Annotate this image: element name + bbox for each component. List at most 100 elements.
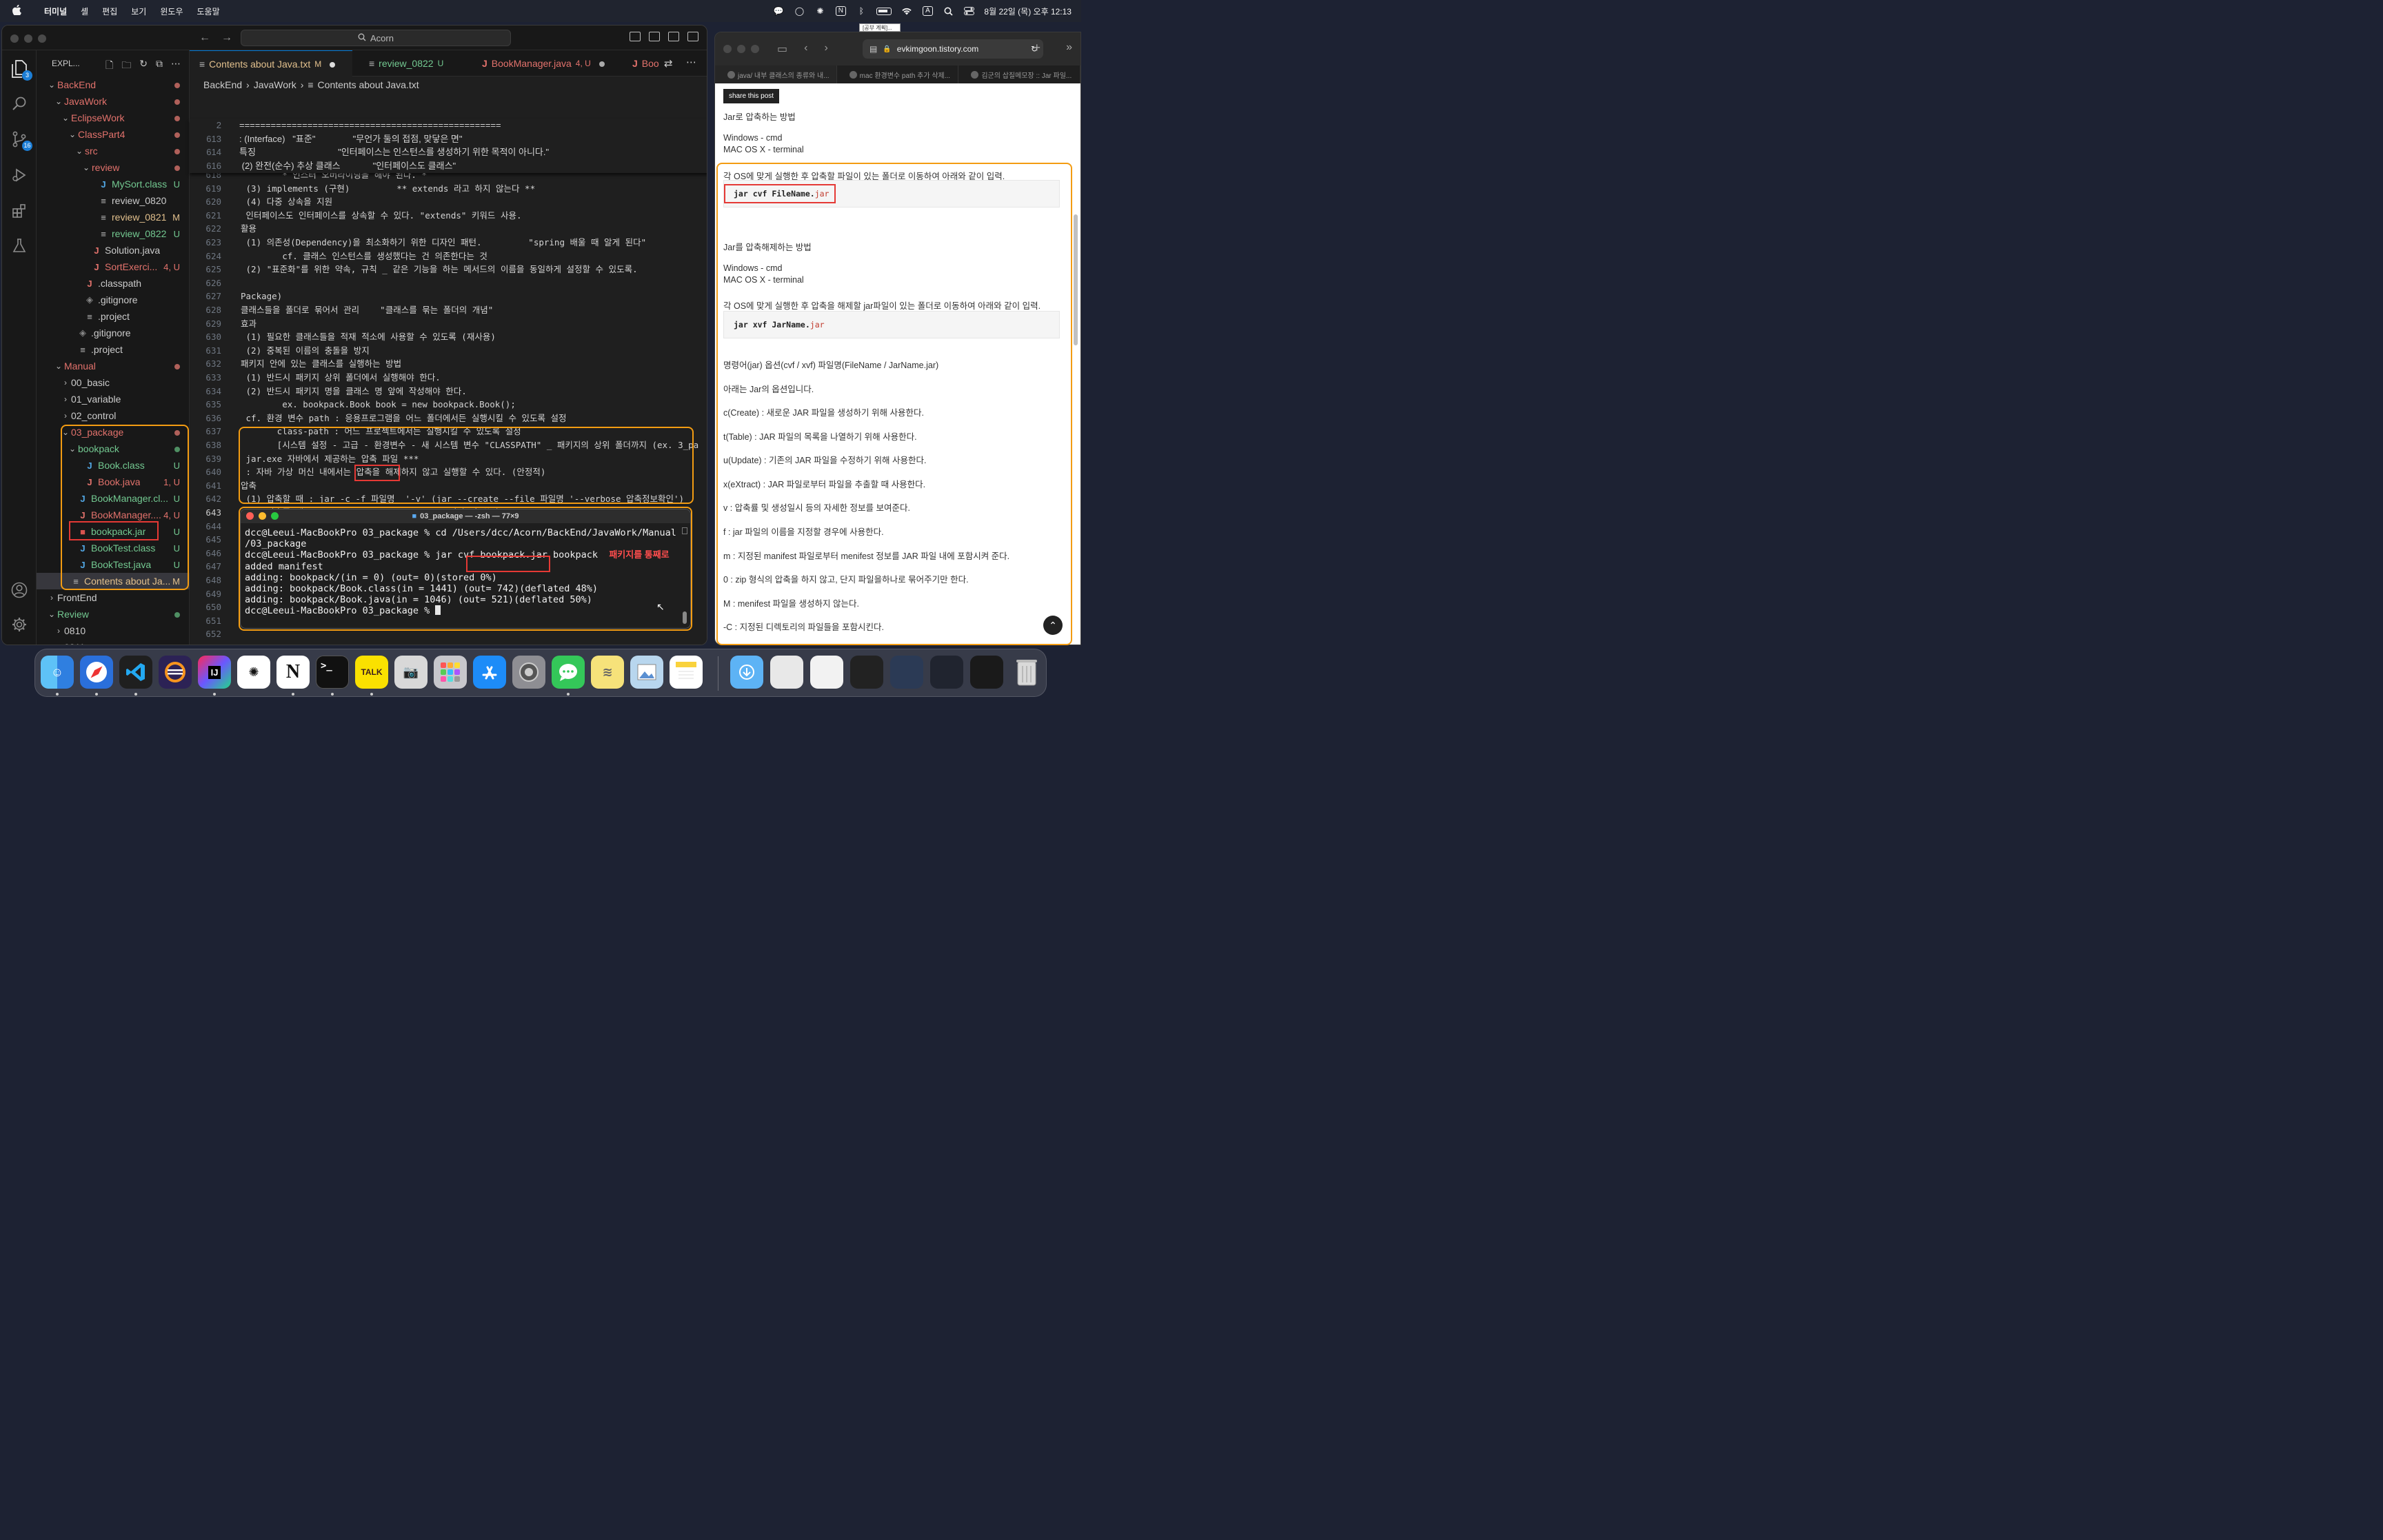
sticky-line[interactable]: 2 =======================================… (190, 119, 707, 132)
menu-window[interactable]: 윈도우 (160, 6, 183, 17)
tree-item[interactable]: › 00_basic (37, 374, 190, 391)
back-arrow-icon[interactable]: ← (199, 32, 210, 44)
chevron-right-icon[interactable]: › (46, 593, 57, 602)
code-line[interactable]: 626 (190, 276, 707, 290)
run-debug-icon[interactable] (9, 165, 30, 185)
tab-review-0822[interactable]: ≡ review_0822 U (359, 50, 461, 77)
dock-messages-icon[interactable] (552, 656, 585, 689)
menu-view[interactable]: 보기 (131, 6, 146, 17)
dock-app-store-icon[interactable] (473, 656, 506, 689)
chevron-down-icon[interactable]: ⌄ (46, 609, 57, 619)
code-line[interactable]: 634 (2) 반드시 패키지 명을 클래스 명 앞에 작성해야 한다. (190, 385, 707, 398)
code-line[interactable]: 635 ex. bookpack.Book book = new bookpac… (190, 398, 707, 412)
dock-system-settings-icon[interactable] (512, 656, 545, 689)
chevron-down-icon[interactable]: ⌄ (60, 113, 71, 123)
new-folder-icon[interactable]: 🗀 (121, 58, 131, 74)
code-line[interactable]: 620 (4) 다중 상속을 지원 (190, 195, 707, 209)
page-scrollbar[interactable] (1074, 214, 1078, 345)
dock-chatgpt-icon[interactable]: ✺ (237, 656, 270, 689)
dock-terminal-thumbnail-icon[interactable] (850, 656, 883, 689)
tree-item[interactable]: › 02_control (37, 407, 190, 424)
share-post-button[interactable]: share this post (723, 89, 780, 103)
extensions-icon[interactable] (9, 201, 30, 221)
forward-arrow-icon[interactable]: → (221, 32, 232, 44)
code-line[interactable]: 621 인터페이스도 인터페이스를 상속할 수 있다. "extends" 키워… (190, 209, 707, 223)
sticky-line[interactable]: 616 (2) 완전(순수) 추상 클래스 "인터페이스도 클래스" (190, 159, 707, 173)
chevron-down-icon[interactable]: ⌄ (74, 146, 85, 156)
code-line[interactable]: 632 패키지 안에 있는 클래스를 실행하는 방법 (190, 357, 707, 371)
chevron-right-icon[interactable]: › (53, 626, 64, 636)
chat-status-icon[interactable]: 💬 (773, 6, 784, 16)
address-bar[interactable]: ▤ 🔒 evkimgoon.tistory.com ↻ (863, 39, 1043, 59)
browser-tab[interactable]: 김군의 삽질메모장 :: Jar 파일... (958, 65, 1080, 83)
dock-terminal-icon[interactable]: >_ (316, 656, 349, 689)
zoom-button[interactable] (751, 45, 759, 53)
sticky-line[interactable]: 614 특징 "인터페이스는 인스턴스를 생성하기 위한 목적이 아니다." (190, 145, 707, 159)
bluetooth-icon[interactable]: ᛒ (856, 6, 867, 16)
new-file-icon[interactable]: 🗋 (105, 58, 113, 74)
messenger-status-icon[interactable]: ◯ (794, 6, 805, 16)
tree-item[interactable]: ⌄ ClassPart4 (37, 126, 190, 143)
browser-tab[interactable]: mac 환경변수 path 추가 삭제... (837, 65, 959, 83)
unsaved-dot-icon[interactable] (330, 59, 336, 70)
chevron-down-icon[interactable]: ⌄ (81, 163, 92, 172)
toggle-secondary-sidebar-icon[interactable] (668, 32, 679, 41)
code-line[interactable]: 629 효과 (190, 317, 707, 331)
code-line[interactable]: 630 (1) 필요한 클래스들을 적재 적소에 사용할 수 있도록 (재사용) (190, 330, 707, 344)
dock-stickies-icon[interactable]: ≋ (591, 656, 624, 689)
tree-item[interactable]: › 0810 (37, 622, 190, 639)
tree-item[interactable]: ≡ review_0821 M (37, 209, 190, 225)
command-center-search[interactable]: Acorn (241, 30, 511, 46)
compare-changes-icon[interactable]: ⇄ (664, 57, 673, 70)
account-icon[interactable] (9, 580, 30, 600)
chevron-right-icon[interactable]: › (60, 378, 71, 387)
dock-finder-icon[interactable]: ☺ (41, 656, 74, 689)
menubar-clock[interactable]: 8월 22일 (목) 오후 12:13 (984, 6, 1072, 17)
sticky-scroll-header[interactable]: 2 =======================================… (190, 119, 707, 173)
sticky-line[interactable]: 613: (Interface) "표준" "무언가 둘의 접점, 맞닿은 면" (190, 132, 707, 146)
zoom-button[interactable] (38, 34, 46, 43)
dock-trash-icon[interactable] (1010, 656, 1043, 689)
tree-item[interactable]: ◈ .gitignore (37, 325, 190, 341)
notion-status-icon[interactable]: N (835, 6, 847, 16)
chatgpt-status-icon[interactable]: ✺ (814, 6, 825, 16)
chevron-right-icon[interactable]: › (60, 411, 71, 421)
tree-item[interactable]: ⌄ src (37, 143, 190, 159)
more-actions-icon[interactable]: ⋯ (171, 58, 181, 74)
dock-eclipse-icon[interactable] (159, 656, 192, 689)
input-source-icon[interactable]: A (922, 6, 933, 16)
tree-item[interactable]: ⌄ Review (37, 606, 190, 622)
tree-item[interactable]: ⌄ Manual (37, 358, 190, 374)
back-arrow-icon[interactable]: ‹ (804, 42, 807, 56)
code-line[interactable]: 636 cf. 환경 변수 path : 응용프로그램을 어느 폴더에서든 실행… (190, 412, 707, 425)
code-line[interactable]: 625 (2) "표준화"를 위한 약속, 규칙 _ 같은 기능을 하는 메서드… (190, 263, 707, 276)
dock-window-thumbnail-icon[interactable] (770, 656, 803, 689)
close-button[interactable] (10, 34, 19, 43)
testing-flask-icon[interactable] (9, 235, 30, 256)
menu-help[interactable]: 도움말 (197, 6, 219, 17)
browser-tab[interactable]: java/ 내부 클래스의 종류와 내... (715, 65, 837, 83)
dock-preview-icon[interactable] (630, 656, 663, 689)
dock-intellij-icon[interactable]: IJ (198, 656, 231, 689)
dock-vscode-thumbnail-icon[interactable] (930, 656, 963, 689)
tree-item[interactable]: ⌄ review (37, 159, 190, 176)
dock-downloads-icon[interactable] (730, 656, 763, 689)
code-line[interactable]: 627 Package) (190, 290, 707, 303)
tree-item[interactable]: J SortExerci... 4, U (37, 259, 190, 275)
wifi-icon[interactable] (901, 6, 912, 16)
breadcrumb-item[interactable]: JavaWork (254, 79, 296, 90)
toggle-panel-icon[interactable] (649, 32, 660, 41)
toggle-sidebar-icon[interactable] (630, 32, 641, 41)
editor-more-icon[interactable]: ⋯ (686, 56, 696, 68)
tree-item[interactable]: J .classpath (37, 275, 190, 292)
tree-item[interactable]: ◈ .gitignore (37, 292, 190, 308)
dock-safari-icon[interactable] (80, 656, 113, 689)
refresh-icon[interactable]: ↻ (139, 58, 148, 74)
new-tab-icon[interactable]: + (1033, 41, 1040, 55)
tree-item[interactable]: ≡ review_0820 (37, 192, 190, 209)
tree-item[interactable]: › FrontEnd (37, 589, 190, 606)
minimize-button[interactable] (737, 45, 745, 53)
tree-item[interactable]: ≡ .project (37, 341, 190, 358)
dock-launchpad-icon[interactable] (434, 656, 467, 689)
dock-notion-icon[interactable]: N (276, 656, 310, 689)
